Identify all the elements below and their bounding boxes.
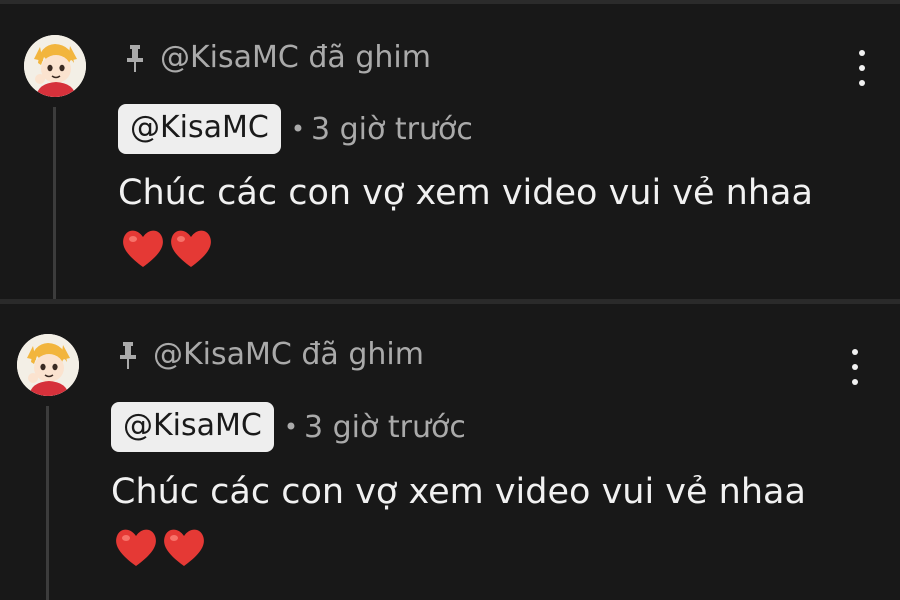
pin-icon: [127, 44, 143, 72]
comment-meta: @KisaMC • 3 giờ trước: [111, 402, 466, 452]
author-chip[interactable]: @KisaMC: [118, 104, 281, 154]
pinned-label: @KisaMC đã ghim: [117, 337, 424, 372]
pinned-label: @KisaMC đã ghim: [124, 40, 431, 75]
thread-line: [53, 107, 56, 299]
heart-emoji: [171, 230, 211, 267]
timestamp: 3 giờ trước: [311, 111, 473, 147]
avatar[interactable]: [24, 35, 86, 97]
comments-screen: @KisaMC đã ghim @KisaMC • 3 giờ trước Ch…: [0, 0, 900, 600]
comment-text: Chúc các con vợ xem video vui vẻ nhaa: [111, 463, 811, 579]
avatar[interactable]: [17, 334, 79, 396]
separator-dot: •: [283, 413, 299, 441]
author-chip[interactable]: @KisaMC: [111, 402, 274, 452]
comment-body: Chúc các con vợ xem video vui vẻ nhaa: [118, 173, 813, 213]
heart-emoji: [123, 230, 163, 267]
heart-emoji: [164, 529, 204, 566]
comment-meta: @KisaMC • 3 giờ trước: [118, 104, 473, 154]
thread-line: [46, 406, 49, 600]
avatar-image: [17, 334, 79, 396]
comment-text: Chúc các con vợ xem video vui vẻ nhaa: [118, 164, 818, 280]
more-vert-icon[interactable]: [852, 50, 872, 86]
heart-emoji: [116, 529, 156, 566]
avatar-image: [24, 35, 86, 97]
separator-dot: •: [290, 115, 306, 143]
pinned-comment: @KisaMC đã ghim @KisaMC • 3 giờ trước Ch…: [0, 4, 900, 299]
pinned-comment: @KisaMC đã ghim @KisaMC • 3 giờ trước Ch…: [0, 304, 900, 600]
more-vert-icon[interactable]: [845, 349, 865, 385]
timestamp: 3 giờ trước: [304, 409, 466, 445]
pinned-by-text: @KisaMC đã ghim: [153, 337, 424, 372]
comment-body: Chúc các con vợ xem video vui vẻ nhaa: [111, 472, 806, 512]
pin-icon: [120, 341, 136, 369]
pinned-by-text: @KisaMC đã ghim: [160, 40, 431, 75]
